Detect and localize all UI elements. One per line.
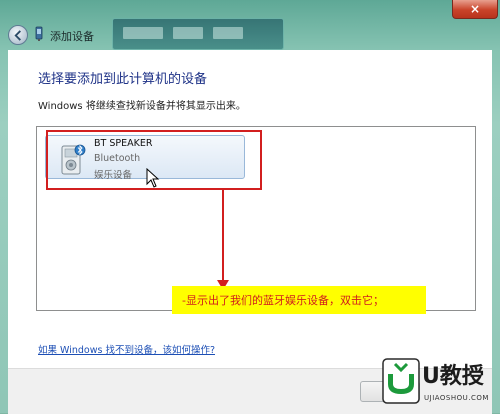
close-icon: × bbox=[469, 2, 481, 16]
close-button[interactable]: × bbox=[452, 0, 498, 19]
mouse-cursor-icon bbox=[146, 168, 160, 188]
page-title: 选择要添加到此计算机的设备 bbox=[38, 72, 208, 87]
help-link[interactable]: 如果 Windows 找不到设备，该如何操作? bbox=[38, 342, 215, 356]
watermark-brand: U教授 bbox=[422, 364, 484, 389]
window-title: 添加设备 bbox=[50, 30, 94, 43]
annotation-text: -显示出了我们的蓝牙娱乐设备，双击它； bbox=[182, 294, 384, 307]
device-wizard-icon bbox=[35, 26, 43, 41]
watermark-logo bbox=[382, 358, 420, 404]
back-arrow-icon bbox=[13, 29, 21, 41]
watermark-url: UJIAOSHOU.COM bbox=[424, 394, 489, 402]
title-bar: 添加设备 × bbox=[0, 0, 500, 55]
annotation-callout: -显示出了我们的蓝牙娱乐设备，双击它； bbox=[172, 286, 426, 314]
search-status-text: Windows 将继续查找新设备并将其显示出来。 bbox=[38, 101, 246, 112]
annotation-arrow-line bbox=[222, 190, 224, 285]
back-button[interactable] bbox=[8, 25, 28, 45]
